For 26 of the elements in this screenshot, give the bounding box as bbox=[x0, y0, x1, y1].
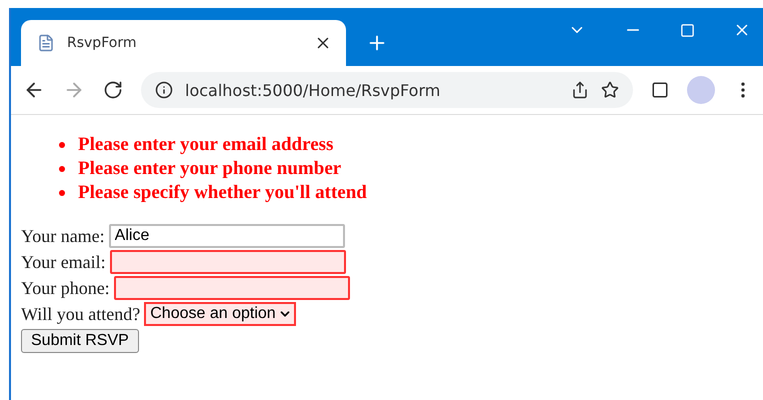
text-input[interactable] bbox=[110, 250, 346, 274]
submit-button[interactable]: Submit RSVP bbox=[21, 329, 139, 353]
info-icon[interactable] bbox=[155, 81, 173, 99]
browser-tab[interactable]: RsvpForm bbox=[21, 20, 346, 66]
page-icon bbox=[37, 34, 55, 52]
text-input[interactable] bbox=[114, 276, 350, 300]
attend-select[interactable]: Choose an option bbox=[144, 302, 296, 326]
text-input[interactable]: Alice bbox=[108, 224, 345, 248]
field-label: Your email: bbox=[21, 252, 106, 272]
error-message: Please specify whether you'll attend bbox=[78, 181, 367, 205]
address-bar[interactable]: localhost:5000/Home/RsvpForm bbox=[141, 72, 633, 108]
error-message: Please enter your email address bbox=[78, 133, 334, 157]
error-message: Please enter your phone number bbox=[78, 157, 342, 181]
bullet-icon bbox=[59, 166, 65, 172]
side-panel-icon[interactable] bbox=[651, 81, 669, 99]
reload-icon[interactable] bbox=[103, 80, 123, 100]
url-text: localhost:5000/Home/RsvpForm bbox=[185, 80, 442, 100]
star-icon[interactable] bbox=[601, 81, 619, 99]
share-icon[interactable] bbox=[571, 81, 589, 99]
maximize-icon[interactable] bbox=[680, 22, 695, 38]
field-label: Will you attend? bbox=[21, 304, 140, 324]
bullet-icon bbox=[59, 142, 65, 148]
bullet-icon bbox=[59, 190, 65, 196]
field-label: Your name: bbox=[21, 226, 105, 246]
field-label: Your phone: bbox=[21, 278, 110, 298]
tab-title: RsvpForm bbox=[67, 35, 138, 51]
